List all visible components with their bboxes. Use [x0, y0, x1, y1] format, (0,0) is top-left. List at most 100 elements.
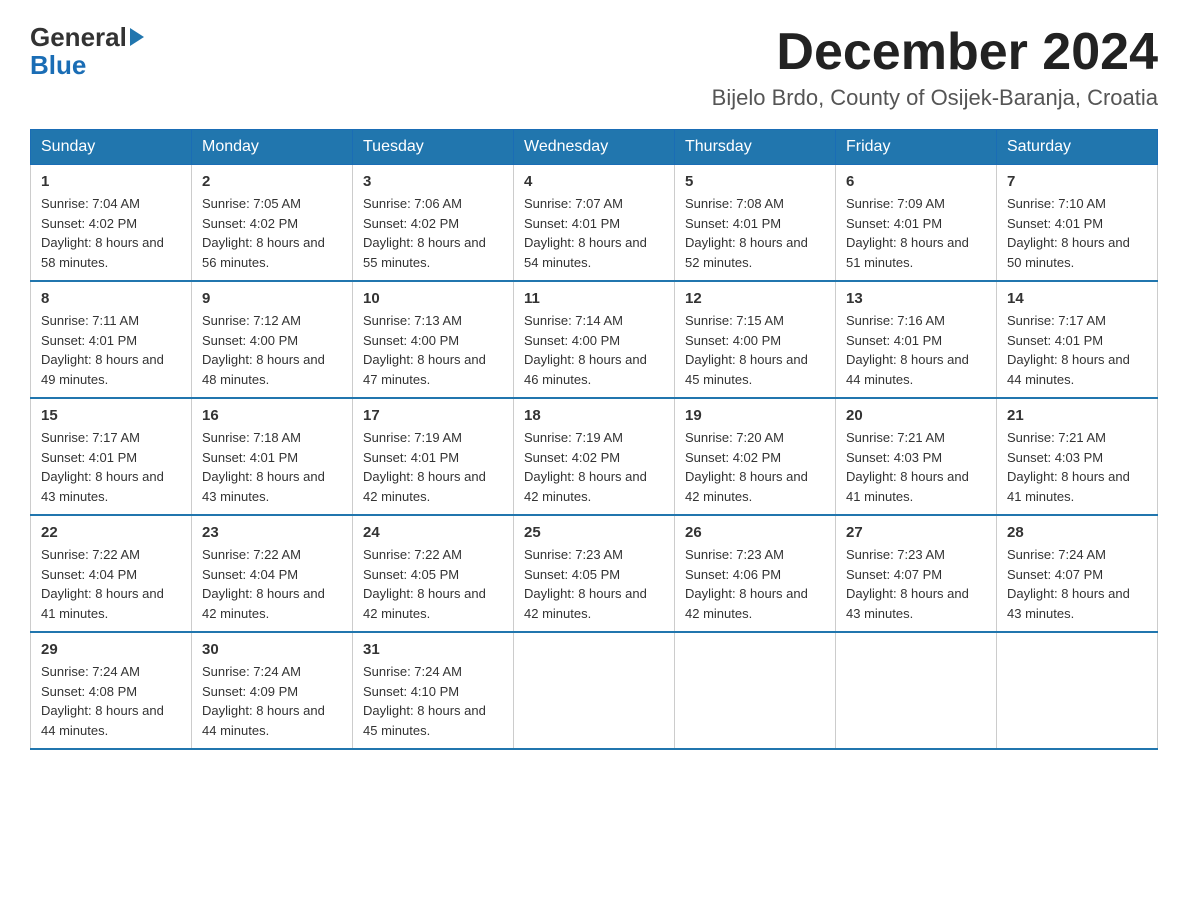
- calendar-cell: 29 Sunrise: 7:24 AMSunset: 4:08 PMDayligh…: [31, 632, 192, 749]
- calendar-cell: 4 Sunrise: 7:07 AMSunset: 4:01 PMDaylight…: [514, 165, 675, 282]
- day-info: Sunrise: 7:22 AMSunset: 4:04 PMDaylight:…: [202, 545, 342, 623]
- day-number: 2: [202, 173, 342, 190]
- calendar-cell: 21 Sunrise: 7:21 AMSunset: 4:03 PMDayligh…: [997, 398, 1158, 515]
- calendar-cell: 27 Sunrise: 7:23 AMSunset: 4:07 PMDayligh…: [836, 515, 997, 632]
- logo-general-text: General: [30, 24, 127, 50]
- day-number: 17: [363, 407, 503, 424]
- calendar-cell: [675, 632, 836, 749]
- day-number: 13: [846, 290, 986, 307]
- day-info: Sunrise: 7:07 AMSunset: 4:01 PMDaylight:…: [524, 194, 664, 272]
- calendar-cell: [997, 632, 1158, 749]
- day-number: 27: [846, 524, 986, 541]
- day-number: 19: [685, 407, 825, 424]
- day-number: 14: [1007, 290, 1147, 307]
- day-number: 25: [524, 524, 664, 541]
- weekday-header-thursday: Thursday: [675, 130, 836, 165]
- day-info: Sunrise: 7:24 AMSunset: 4:08 PMDaylight:…: [41, 662, 181, 740]
- day-number: 6: [846, 173, 986, 190]
- logo-blue-text: Blue: [30, 50, 86, 81]
- calendar-cell: 12 Sunrise: 7:15 AMSunset: 4:00 PMDayligh…: [675, 281, 836, 398]
- day-info: Sunrise: 7:19 AMSunset: 4:02 PMDaylight:…: [524, 428, 664, 506]
- day-info: Sunrise: 7:22 AMSunset: 4:05 PMDaylight:…: [363, 545, 503, 623]
- calendar-cell: 24 Sunrise: 7:22 AMSunset: 4:05 PMDayligh…: [353, 515, 514, 632]
- day-info: Sunrise: 7:15 AMSunset: 4:00 PMDaylight:…: [685, 311, 825, 389]
- day-info: Sunrise: 7:23 AMSunset: 4:05 PMDaylight:…: [524, 545, 664, 623]
- day-info: Sunrise: 7:20 AMSunset: 4:02 PMDaylight:…: [685, 428, 825, 506]
- day-info: Sunrise: 7:13 AMSunset: 4:00 PMDaylight:…: [363, 311, 503, 389]
- day-number: 10: [363, 290, 503, 307]
- calendar-cell: 3Sunrise: 7:06 AMSunset: 4:02 PMDaylight…: [353, 165, 514, 282]
- calendar-cell: 10 Sunrise: 7:13 AMSunset: 4:00 PMDayligh…: [353, 281, 514, 398]
- day-number: 12: [685, 290, 825, 307]
- calendar-cell: 23 Sunrise: 7:22 AMSunset: 4:04 PMDayligh…: [192, 515, 353, 632]
- day-info: Sunrise: 7:09 AMSunset: 4:01 PMDaylight:…: [846, 194, 986, 272]
- logo: General Blue: [30, 24, 144, 81]
- weekday-header-row: SundayMondayTuesdayWednesdayThursdayFrid…: [31, 130, 1158, 165]
- calendar-cell: 19 Sunrise: 7:20 AMSunset: 4:02 PMDayligh…: [675, 398, 836, 515]
- weekday-header-saturday: Saturday: [997, 130, 1158, 165]
- day-number: 15: [41, 407, 181, 424]
- day-info: Sunrise: 7:04 AMSunset: 4:02 PMDaylight:…: [41, 194, 181, 272]
- calendar-cell: 7Sunrise: 7:10 AMSunset: 4:01 PMDaylight…: [997, 165, 1158, 282]
- day-info: Sunrise: 7:12 AMSunset: 4:00 PMDaylight:…: [202, 311, 342, 389]
- day-number: 29: [41, 641, 181, 658]
- calendar-week-row: 1 Sunrise: 7:04 AMSunset: 4:02 PMDaylight…: [31, 165, 1158, 282]
- day-number: 18: [524, 407, 664, 424]
- calendar-cell: 25 Sunrise: 7:23 AMSunset: 4:05 PMDayligh…: [514, 515, 675, 632]
- day-number: 1: [41, 173, 181, 190]
- calendar-cell: 1 Sunrise: 7:04 AMSunset: 4:02 PMDaylight…: [31, 165, 192, 282]
- day-number: 21: [1007, 407, 1147, 424]
- calendar-cell: 30 Sunrise: 7:24 AMSunset: 4:09 PMDayligh…: [192, 632, 353, 749]
- day-info: Sunrise: 7:19 AMSunset: 4:01 PMDaylight:…: [363, 428, 503, 506]
- day-info: Sunrise: 7:24 AMSunset: 4:09 PMDaylight:…: [202, 662, 342, 740]
- calendar-cell: 9 Sunrise: 7:12 AMSunset: 4:00 PMDaylight…: [192, 281, 353, 398]
- calendar-cell: 20Sunrise: 7:21 AMSunset: 4:03 PMDayligh…: [836, 398, 997, 515]
- weekday-header-monday: Monday: [192, 130, 353, 165]
- day-info: Sunrise: 7:21 AMSunset: 4:03 PMDaylight:…: [846, 428, 986, 506]
- day-info: Sunrise: 7:24 AMSunset: 4:07 PMDaylight:…: [1007, 545, 1147, 623]
- day-number: 22: [41, 524, 181, 541]
- day-info: Sunrise: 7:16 AMSunset: 4:01 PMDaylight:…: [846, 311, 986, 389]
- day-info: Sunrise: 7:24 AMSunset: 4:10 PMDaylight:…: [363, 662, 503, 740]
- day-number: 30: [202, 641, 342, 658]
- calendar-week-row: 22 Sunrise: 7:22 AMSunset: 4:04 PMDayligh…: [31, 515, 1158, 632]
- calendar-cell: 2 Sunrise: 7:05 AMSunset: 4:02 PMDaylight…: [192, 165, 353, 282]
- weekday-header-friday: Friday: [836, 130, 997, 165]
- calendar-cell: 31 Sunrise: 7:24 AMSunset: 4:10 PMDayligh…: [353, 632, 514, 749]
- logo-arrow-icon: [130, 28, 144, 46]
- calendar-cell: [836, 632, 997, 749]
- calendar-cell: 15Sunrise: 7:17 AMSunset: 4:01 PMDayligh…: [31, 398, 192, 515]
- calendar-cell: 26 Sunrise: 7:23 AMSunset: 4:06 PMDayligh…: [675, 515, 836, 632]
- day-info: Sunrise: 7:05 AMSunset: 4:02 PMDaylight:…: [202, 194, 342, 272]
- calendar-title: December 2024: [712, 24, 1158, 81]
- day-info: Sunrise: 7:08 AMSunset: 4:01 PMDaylight:…: [685, 194, 825, 272]
- day-number: 26: [685, 524, 825, 541]
- day-number: 9: [202, 290, 342, 307]
- day-number: 4: [524, 173, 664, 190]
- calendar-cell: 22Sunrise: 7:22 AMSunset: 4:04 PMDayligh…: [31, 515, 192, 632]
- day-number: 23: [202, 524, 342, 541]
- calendar-cell: 17 Sunrise: 7:19 AMSunset: 4:01 PMDayligh…: [353, 398, 514, 515]
- day-info: Sunrise: 7:23 AMSunset: 4:07 PMDaylight:…: [846, 545, 986, 623]
- day-number: 7: [1007, 173, 1147, 190]
- day-number: 31: [363, 641, 503, 658]
- calendar-week-row: 15Sunrise: 7:17 AMSunset: 4:01 PMDayligh…: [31, 398, 1158, 515]
- day-info: Sunrise: 7:23 AMSunset: 4:06 PMDaylight:…: [685, 545, 825, 623]
- weekday-header-wednesday: Wednesday: [514, 130, 675, 165]
- calendar-cell: [514, 632, 675, 749]
- calendar-cell: 8Sunrise: 7:11 AMSunset: 4:01 PMDaylight…: [31, 281, 192, 398]
- weekday-header-sunday: Sunday: [31, 130, 192, 165]
- day-number: 28: [1007, 524, 1147, 541]
- title-area: December 2024 Bijelo Brdo, County of Osi…: [712, 24, 1158, 111]
- day-number: 8: [41, 290, 181, 307]
- calendar-cell: 18 Sunrise: 7:19 AMSunset: 4:02 PMDayligh…: [514, 398, 675, 515]
- day-number: 24: [363, 524, 503, 541]
- calendar-cell: 14Sunrise: 7:17 AMSunset: 4:01 PMDayligh…: [997, 281, 1158, 398]
- day-number: 3: [363, 173, 503, 190]
- weekday-header-tuesday: Tuesday: [353, 130, 514, 165]
- calendar-cell: 28 Sunrise: 7:24 AMSunset: 4:07 PMDayligh…: [997, 515, 1158, 632]
- calendar-cell: 6 Sunrise: 7:09 AMSunset: 4:01 PMDaylight…: [836, 165, 997, 282]
- calendar-cell: 11Sunrise: 7:14 AMSunset: 4:00 PMDayligh…: [514, 281, 675, 398]
- calendar-week-row: 8Sunrise: 7:11 AMSunset: 4:01 PMDaylight…: [31, 281, 1158, 398]
- day-info: Sunrise: 7:21 AMSunset: 4:03 PMDaylight:…: [1007, 428, 1147, 506]
